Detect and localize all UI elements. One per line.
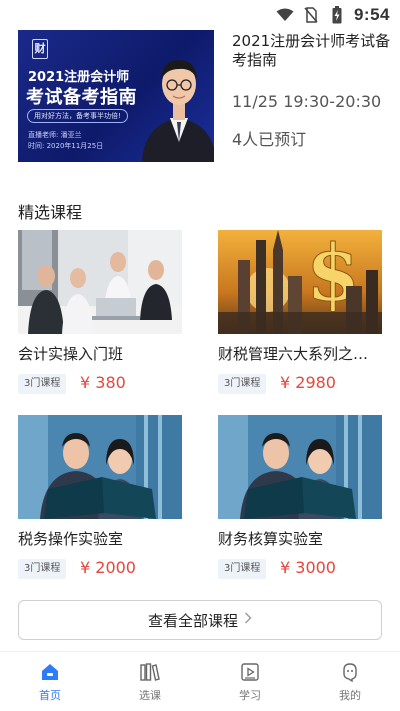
course-card[interactable]: $ 财税管理六大系列之… 3门课程 ¥ 2980 — [218, 230, 382, 394]
tab-label: 我的 — [339, 689, 361, 702]
tab-home[interactable]: 首页 — [0, 652, 100, 711]
clock: 9:54 — [353, 5, 390, 24]
profile-icon — [339, 661, 361, 683]
tab-label: 首页 — [39, 689, 61, 702]
bottom-tab-bar: 首页 选课 学习 我的 — [0, 651, 400, 711]
poster-teacher: 直播老师: 潘亚兰 — [28, 131, 82, 139]
tab-courses[interactable]: 选课 — [100, 652, 200, 711]
course-count-badge: 3门课程 — [218, 559, 267, 579]
wifi-icon — [276, 6, 294, 24]
course-count-badge: 3门课程 — [218, 374, 267, 394]
home-icon — [39, 661, 61, 683]
view-all-label: 查看全部课程 — [147, 611, 238, 630]
course-name[interactable]: 财税管理六大系列之… — [218, 343, 382, 364]
live-poster[interactable]: 财 2021注册会计师 考试备考指南 用对好方法，备考事半功倍! 直播老师: 潘… — [18, 30, 214, 162]
tab-label: 选课 — [139, 689, 161, 702]
teacher-portrait — [142, 60, 214, 162]
live-title[interactable]: 2021注册会计师考试备考指南 — [232, 32, 392, 70]
chevron-right-icon — [244, 612, 252, 628]
course-price: ¥ 2000 — [80, 558, 136, 577]
poster-title-line2: 考试备考指南 — [26, 87, 137, 108]
view-all-courses-button[interactable]: 查看全部课程 — [18, 600, 382, 640]
course-thumbnail[interactable]: $ — [218, 230, 382, 334]
course-name[interactable]: 会计实操入门班 — [18, 343, 182, 364]
course-price: ¥ 3000 — [280, 558, 336, 577]
course-name[interactable]: 财务核算实验室 — [218, 528, 382, 549]
no-sim-icon — [302, 6, 320, 24]
status-bar: 9:54 — [0, 0, 400, 30]
course-count-badge: 3门课程 — [18, 559, 67, 579]
brand-logo-icon: 财 — [32, 39, 48, 59]
course-count-badge: 3门课程 — [18, 374, 67, 394]
tab-label: 学习 — [239, 689, 261, 702]
course-price: ¥ 2980 — [280, 373, 336, 392]
tab-profile[interactable]: 我的 — [300, 652, 400, 711]
live-course-card[interactable]: 财 2021注册会计师 考试备考指南 用对好方法，备考事半功倍! 直播老师: 潘… — [0, 30, 400, 170]
tab-study[interactable]: 学习 — [200, 652, 300, 711]
course-card[interactable]: 财务核算实验室 3门课程 ¥ 3000 — [218, 415, 382, 579]
course-card[interactable]: 税务操作实验室 3门课程 ¥ 2000 — [18, 415, 182, 579]
battery-charging-icon — [328, 6, 346, 24]
live-time: 11/25 19:30-20:30 — [232, 92, 382, 111]
poster-slogan: 用对好方法，备考事半功倍! — [27, 109, 128, 123]
reservation-count: 4人已预订 — [232, 130, 307, 149]
poster-date: 时间: 2020年11月25日 — [28, 142, 104, 150]
course-thumbnail[interactable] — [218, 415, 382, 519]
course-thumbnail[interactable] — [18, 230, 182, 334]
course-thumbnail[interactable] — [18, 415, 182, 519]
course-name[interactable]: 税务操作实验室 — [18, 528, 182, 549]
section-title: 精选课程 — [18, 203, 83, 222]
course-price: ¥ 380 — [80, 373, 126, 392]
books-icon — [139, 661, 161, 683]
course-card[interactable]: 会计实操入门班 3门课程 ¥ 380 — [18, 230, 182, 394]
video-play-icon — [239, 661, 261, 683]
